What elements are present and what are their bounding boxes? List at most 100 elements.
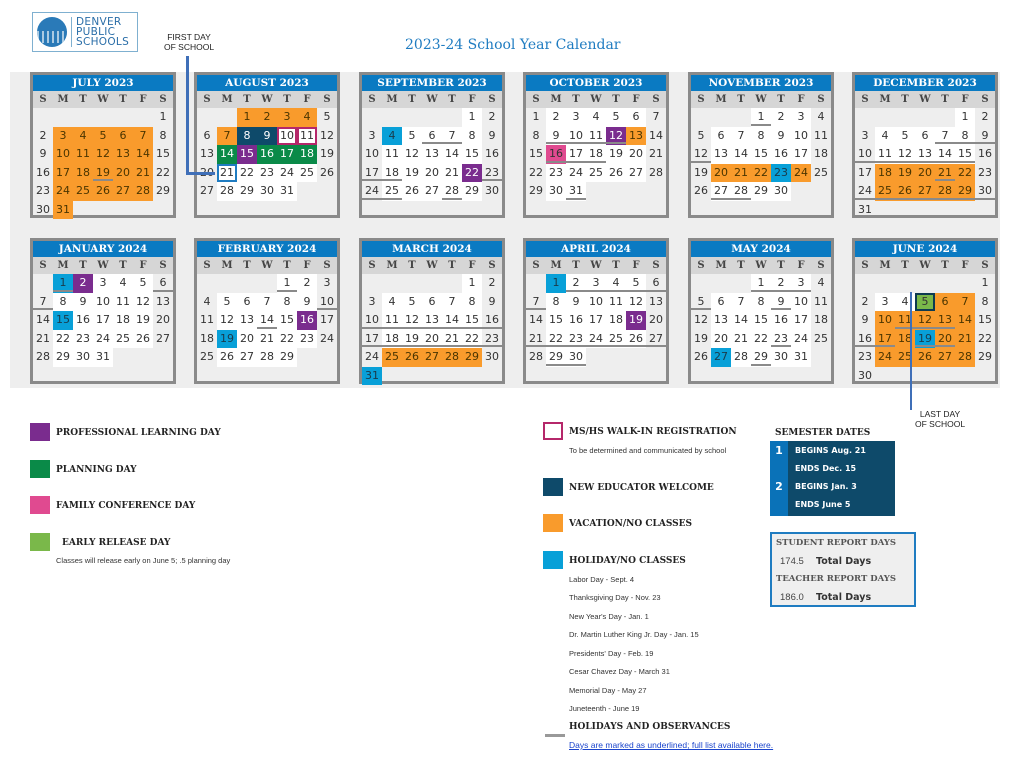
- day-cell: 24: [855, 182, 875, 201]
- empty-cell: [731, 108, 751, 127]
- day-cell: 14: [257, 311, 277, 330]
- weekday-label: M: [386, 260, 398, 271]
- day-cell: 10: [566, 126, 586, 145]
- day-cell: 7: [731, 126, 751, 145]
- day-cell: 28: [36, 350, 50, 363]
- day-cell: 6: [153, 274, 173, 293]
- day-cell: 19: [626, 311, 646, 330]
- day-cell: 10: [53, 145, 73, 164]
- day-cell: 22: [978, 331, 992, 345]
- day-grid: 1234567891011121314151617181920212223242…: [362, 108, 502, 201]
- day-cell: 28: [442, 348, 462, 367]
- month-calendar: MAY 2024 S M T W T F S 1 2 3 4 5 6 7 8 9 10 11 12 13 14 15 16 17…: [688, 238, 834, 384]
- day-cell: 4: [895, 292, 915, 311]
- day-cell: 16: [482, 311, 502, 330]
- day-cell: 29: [237, 182, 257, 201]
- day-cell: 5: [93, 126, 113, 145]
- weekday-label: T: [283, 94, 291, 105]
- day-cell: 23: [297, 329, 317, 348]
- legend-note: Classes will release early on June 5; .5…: [56, 556, 231, 565]
- day-cell: 17: [858, 165, 872, 179]
- weekday-label: T: [243, 94, 251, 105]
- day-cell: 21: [649, 147, 663, 160]
- weekday-label: F: [468, 94, 476, 105]
- day-cell: 8: [462, 126, 482, 145]
- day-cell: 29: [156, 184, 170, 197]
- day-cell: 29: [277, 348, 297, 367]
- day-cell: 14: [955, 311, 975, 330]
- day-cell: 24: [53, 182, 73, 201]
- day-cell: 4: [817, 276, 825, 289]
- day-cell: 18: [297, 145, 317, 164]
- day-cell: 27: [237, 348, 257, 367]
- legend-label: EARLY RELEASE DAY: [62, 538, 171, 548]
- weekday-label: T: [572, 260, 580, 271]
- day-cell: 23: [257, 163, 277, 182]
- legend-note: To be determined and communicated by sch…: [569, 446, 727, 455]
- day-cell: 23: [771, 163, 791, 182]
- day-cell: 15: [156, 147, 170, 160]
- day-grid: 1234567891011121314151617181920212223242…: [855, 274, 995, 385]
- day-cell: 8: [532, 128, 540, 142]
- weekday-label: M: [221, 94, 233, 105]
- day-cell: 14: [36, 313, 50, 326]
- day-cell: 5: [217, 292, 237, 311]
- day-cell: 22: [529, 165, 543, 179]
- day-cell: 25: [73, 182, 93, 201]
- day-cell: 25: [814, 331, 828, 345]
- day-cell: 21: [955, 329, 975, 348]
- day-cell: 20: [422, 329, 442, 348]
- weekday-header: SMTWTFS: [855, 257, 995, 274]
- day-cell: 28: [133, 182, 153, 201]
- weekday-label: T: [119, 260, 127, 271]
- semester-row: ENDS Dec. 15: [795, 464, 857, 473]
- day-cell: 14: [217, 145, 237, 164]
- weekday-header: SMTWTFS: [33, 257, 173, 274]
- weekday-label: F: [961, 260, 969, 271]
- day-cell: 16: [566, 311, 586, 330]
- weekday-label: T: [901, 260, 909, 271]
- day-cell: 8: [462, 292, 482, 311]
- day-cell: 20: [422, 163, 442, 182]
- day-cell: 28: [442, 182, 462, 201]
- weekday-label: M: [550, 260, 562, 271]
- day-cell: 23: [36, 184, 50, 197]
- weekday-label: F: [139, 94, 147, 105]
- month-title: OCTOBER 2023: [526, 75, 666, 91]
- weekday-label: W: [426, 260, 438, 271]
- month-title: MAY 2024: [691, 241, 831, 257]
- semester-row: BEGINS Jan. 3: [795, 482, 857, 491]
- day-cell: 16: [73, 311, 93, 330]
- day-cell: 9: [771, 126, 791, 145]
- month-calendar: OCTOBER 2023 S M T W T F S 1 2 3 4 5 6 7 8 9 10 11 12 13 14 15…: [523, 72, 669, 218]
- day-cell: 31: [791, 348, 811, 367]
- weekday-label: S: [981, 260, 989, 271]
- day-cell: 26: [915, 348, 935, 367]
- weekday-label: M: [879, 260, 891, 271]
- holiday-item: Thanksgiving Day - Nov. 23: [569, 593, 661, 602]
- day-cell: 6: [646, 274, 666, 293]
- day-cell: 22: [53, 329, 73, 348]
- day-cell: 1: [53, 274, 73, 293]
- day-cell: 3: [566, 108, 586, 127]
- day-cell: 12: [402, 311, 422, 330]
- month-title: JANUARY 2024: [33, 241, 173, 257]
- last-day-pointer: [910, 292, 912, 410]
- observances-link[interactable]: Days are marked as underlined; full list…: [569, 740, 773, 750]
- day-cell: 23: [978, 165, 992, 179]
- day-cell: 28: [649, 165, 663, 179]
- day-cell: 29: [955, 182, 975, 201]
- day-cell: 24: [277, 163, 297, 182]
- legend-label: MS/HS WALK-IN REGISTRATION: [569, 427, 737, 437]
- weekday-header: SMTWTFS: [526, 257, 666, 274]
- day-cell: 12: [93, 145, 113, 164]
- day-cell: 15: [462, 145, 482, 164]
- weekday-label: W: [755, 260, 767, 271]
- day-cell: 13: [711, 145, 731, 164]
- weekday-header: SMTWTFS: [33, 91, 173, 108]
- first-day-callout: FIRST DAY OF SCHOOL: [164, 32, 214, 52]
- weekday-label: M: [221, 260, 233, 271]
- day-cell: 15: [237, 145, 257, 164]
- day-cell: 21: [731, 329, 751, 348]
- weekday-label: S: [532, 260, 540, 271]
